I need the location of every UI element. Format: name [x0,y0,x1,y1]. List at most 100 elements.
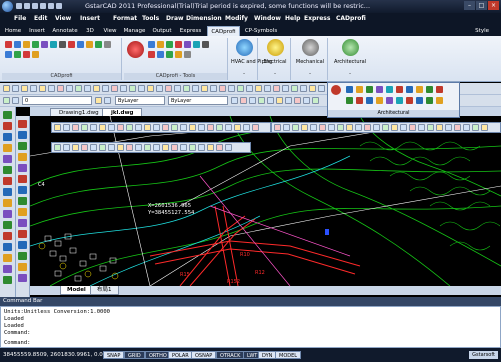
stairs-icon[interactable] [366,86,373,93]
tool-icon[interactable] [23,51,30,58]
toolbar-icon[interactable] [135,124,142,131]
layout-tab-layout1[interactable]: 布局1 [90,286,119,295]
redo-icon[interactable] [56,3,62,9]
toolbar-icon[interactable] [99,144,106,151]
mtext-icon[interactable] [3,265,12,273]
toolbar-icon[interactable] [481,124,488,131]
toolbar-icon[interactable] [75,85,82,92]
toolbar-icon[interactable] [72,124,79,131]
toolbar-icon[interactable] [201,85,208,92]
toolbar-icon[interactable] [318,85,325,92]
toolbar-icon[interactable] [54,144,61,151]
tool-icon[interactable] [193,41,200,48]
toolbar-icon[interactable] [283,124,290,131]
tool-icon[interactable] [59,41,66,48]
erase-icon[interactable] [18,120,27,128]
toolbar-icon[interactable] [95,97,102,104]
symbol-icon[interactable] [416,86,423,93]
toolbar-icon[interactable] [319,124,326,131]
toolbar-icon[interactable] [3,85,10,92]
toolbar-icon[interactable] [81,144,88,151]
toolbar-icon[interactable] [162,124,169,131]
command-history[interactable]: Units:Unitless Conversion:1.0000 Loaded … [0,306,501,348]
tool-icon[interactable] [32,41,39,48]
toolbar-icon[interactable] [303,97,310,104]
cadprofi-delete-icon[interactable] [127,41,144,58]
new-icon[interactable] [16,3,22,9]
toolbar-icon[interactable] [274,124,281,131]
toolbar-icon[interactable] [346,124,353,131]
toolbar-icon[interactable] [267,97,274,104]
tool-icon[interactable] [68,41,75,48]
layer-combo[interactable]: 0 [22,96,92,105]
toolbar-icon[interactable] [90,144,97,151]
toolbar-icon[interactable] [309,85,316,92]
symbol-icon[interactable] [436,86,443,93]
toolbar-icon[interactable] [174,85,181,92]
toolbar-icon[interactable] [249,97,256,104]
polyline-icon[interactable] [3,122,12,130]
tool-icon[interactable] [14,41,21,48]
toolbar-icon[interactable] [12,85,19,92]
style-label[interactable]: Style [475,28,489,34]
toolbar-icon[interactable] [165,85,172,92]
toolbar-icon[interactable] [252,124,259,131]
toolbar-icon[interactable] [300,85,307,92]
toolbar-icon[interactable] [144,144,151,151]
toolbar-icon[interactable] [225,124,232,131]
toolbar-icon[interactable] [99,124,106,131]
toolbar-icon[interactable] [391,124,398,131]
move-icon[interactable] [18,175,27,183]
toolbar-icon[interactable] [171,124,178,131]
toolbar-icon[interactable] [364,124,371,131]
toolbar-icon[interactable] [264,85,271,92]
toolbar-icon[interactable] [117,124,124,131]
toolbar-icon[interactable] [198,144,205,151]
toolbar-icon[interactable] [126,124,133,131]
array-icon[interactable] [18,164,27,172]
toolbar-icon[interactable] [66,85,73,92]
toolbar-icon[interactable] [276,97,283,104]
toolbar-icon[interactable] [180,124,187,131]
toolbar-icon[interactable] [39,85,46,92]
polar-toggle[interactable]: POLAR [168,351,193,359]
symbol-icon[interactable] [366,97,373,104]
symbol-icon[interactable] [396,97,403,104]
symbol-icon[interactable] [356,97,363,104]
toolbar-icon[interactable] [255,85,262,92]
toolbar-icon[interactable] [312,97,319,104]
tool-icon[interactable] [166,41,173,48]
toolbar-icon[interactable] [198,124,205,131]
minimize-button[interactable]: – [464,1,475,10]
tool-icon[interactable] [148,51,155,58]
toolbar-icon[interactable] [373,124,380,131]
scale-icon[interactable] [18,197,27,205]
tab-cadprofi[interactable]: CADprofi [207,26,240,36]
arc-icon[interactable] [3,144,12,152]
menu-window[interactable]: Window [254,15,281,22]
toolbar-icon[interactable] [90,124,97,131]
ellipse-icon[interactable] [3,188,12,196]
toolbar-icon[interactable] [126,144,133,151]
electrical-button[interactable]: Electrical - [259,38,291,80]
toolbar-icon[interactable] [84,85,91,92]
color-combo[interactable]: ByLayer [115,96,165,105]
architectural-button[interactable]: Architectural - [330,38,370,80]
stretch-icon[interactable] [18,208,27,216]
tool-icon[interactable] [157,51,164,58]
toolbar-icon[interactable] [240,97,247,104]
tool-icon[interactable] [86,41,93,48]
toolbar-icon[interactable] [210,85,217,92]
block-icon[interactable] [3,199,12,207]
toolbar-icon[interactable] [120,85,127,92]
toolbar-icon[interactable] [282,85,289,92]
toolbar-icon[interactable] [162,144,169,151]
toolbar-icon[interactable] [54,124,61,131]
toolbar-icon[interactable] [104,97,111,104]
snap-toggle[interactable]: SNAP [103,351,125,359]
tab-3d[interactable]: 3D [82,26,98,36]
layout-tab-model[interactable]: Model [60,286,93,295]
open-icon[interactable] [24,3,30,9]
toolbar-icon[interactable] [427,124,434,131]
fillet-icon[interactable] [18,263,27,271]
